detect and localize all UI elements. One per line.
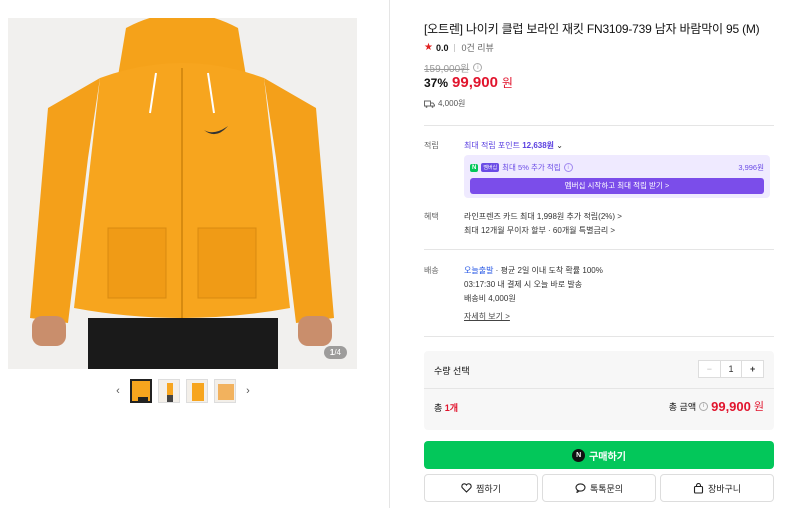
rating-divider (454, 43, 456, 52)
original-price-row: 159,000원 i (424, 60, 483, 75)
wishlist-label: 찜하기 (476, 483, 501, 494)
info-icon[interactable]: i (699, 401, 709, 411)
info-icon[interactable]: i (473, 63, 483, 72)
buy-button[interactable]: N 구매하기 (424, 441, 774, 469)
divider (424, 249, 774, 250)
product-title: [오트렌] 나이키 클럽 보라인 재킷 FN3109-739 남자 바람막이 9… (424, 22, 760, 36)
talk-inquiry-button[interactable]: 톡톡문의 (542, 474, 656, 502)
discount-rate: 37% (424, 76, 449, 90)
divider (424, 388, 774, 389)
wishlist-button[interactable]: 찜하기 (424, 474, 538, 502)
sale-price-unit: 원 (501, 76, 513, 90)
buy-button-label: 구매하기 (589, 451, 626, 463)
secondary-actions: 찜하기 톡톡문의 장바구니 (424, 474, 774, 502)
membership-row: N 멤버십 최대 5% 추가 적립 i 3,996원 (470, 162, 764, 173)
shipping-fee-row: 4,000원 (424, 98, 465, 109)
thumbnail-strip: ‹ › (112, 378, 254, 404)
divider (424, 336, 774, 337)
shopping-bag-icon (693, 482, 703, 494)
image-counter-total: /4 (334, 348, 341, 357)
delivery-label: 배송 (424, 266, 439, 275)
thumbnail-1[interactable] (130, 379, 152, 403)
delivery-probability: · 평균 2일 이내 도착 확률 100% (493, 266, 603, 275)
chat-bubble-icon (575, 483, 586, 493)
original-price: 159,000원 (424, 64, 470, 75)
thumbnail-3[interactable] (186, 379, 208, 403)
info-icon[interactable]: i (563, 163, 573, 172)
total-count-value: 1개 (444, 403, 459, 413)
divider (424, 125, 774, 126)
membership-tag: 멤버십 (481, 163, 500, 172)
chevron-right-icon[interactable]: › (242, 381, 254, 401)
star-icon: ★ (424, 42, 433, 53)
total-count: 총 1개 (434, 401, 458, 414)
rating-score: 0.0 (435, 42, 449, 53)
points-label: 적립 (424, 141, 439, 150)
membership-box: N 멤버십 최대 5% 추가 적립 i 3,996원 멤버십 시작하고 최대 적… (464, 155, 770, 198)
total-price-label: 총 금액 (668, 401, 697, 412)
quantity-label: 수량 선택 (434, 366, 470, 376)
max-points-dropdown[interactable]: 최대 적립 포인트 12,638원 ⌄ (464, 140, 563, 151)
delivery-line-2: 03:17:30 내 결제 시 오늘 바로 발송 (464, 280, 583, 289)
rating-row[interactable]: ★ 0.0 0건 리뷰 (424, 41, 494, 54)
quantity-box: 수량 선택 − 1 + 총 1개 총 금액 i 99,900 원 (424, 351, 774, 430)
quantity-minus-button[interactable]: − (699, 361, 721, 377)
thumbnail-2[interactable] (158, 379, 180, 403)
today-ship-tag: 오늘출발 (464, 266, 494, 275)
jacket-illustration (8, 18, 357, 369)
thumbnail-4[interactable] (214, 379, 236, 403)
delivery-line-3: 배송비 4,000원 (464, 294, 516, 303)
truck-icon (424, 100, 435, 108)
max-points-value: 12,638원 (522, 141, 555, 150)
sale-price-row: 37% 99,900 원 (424, 74, 513, 91)
membership-start-button[interactable]: 멤버십 시작하고 최대 적립 받기 > (470, 178, 764, 194)
total-count-prefix: 총 (434, 403, 445, 413)
benefits-label: 혜택 (424, 212, 439, 221)
installment-link[interactable]: 최대 12개월 무이자 할부 · 60개월 특별금리 > (464, 225, 615, 236)
review-count: 0건 리뷰 (461, 43, 494, 53)
heart-icon (461, 483, 472, 493)
talk-inquiry-label: 톡톡문의 (589, 483, 624, 494)
max-points-prefix: 최대 적립 포인트 (464, 141, 520, 150)
shipping-fee: 4,000원 (438, 99, 466, 108)
sale-price: 99,900 (452, 74, 498, 91)
card-benefit-link[interactable]: 라인프렌즈 카드 최대 1,998원 추가 적립(2%) > (464, 211, 622, 222)
quantity-value[interactable]: 1 (721, 361, 742, 377)
product-main-image[interactable]: 1/4 (8, 18, 357, 369)
column-divider (389, 0, 390, 508)
chevron-down-icon: ⌄ (556, 141, 563, 150)
delivery-line-1: 오늘출발 · 평균 2일 이내 도착 확률 100% (464, 265, 603, 276)
total-price-unit: 원 (753, 401, 764, 413)
total-price-row: 총 금액 i 99,900 원 (669, 398, 764, 414)
naver-pay-icon: N (572, 448, 586, 462)
delivery-detail-link[interactable]: 자세히 보기 > (464, 311, 510, 322)
quantity-plus-button[interactable]: + (741, 361, 763, 377)
membership-text: 최대 5% 추가 적립 (502, 163, 561, 172)
chevron-left-icon[interactable]: ‹ (112, 381, 124, 401)
image-counter: 1/4 (323, 346, 347, 359)
total-price: 99,900 (711, 398, 751, 414)
naver-plus-badge: N (470, 163, 479, 172)
quantity-stepper: − 1 + (698, 360, 764, 378)
cart-label: 장바구니 (707, 483, 742, 494)
cart-button[interactable]: 장바구니 (660, 474, 774, 502)
membership-value: 3,996원 (738, 163, 764, 172)
